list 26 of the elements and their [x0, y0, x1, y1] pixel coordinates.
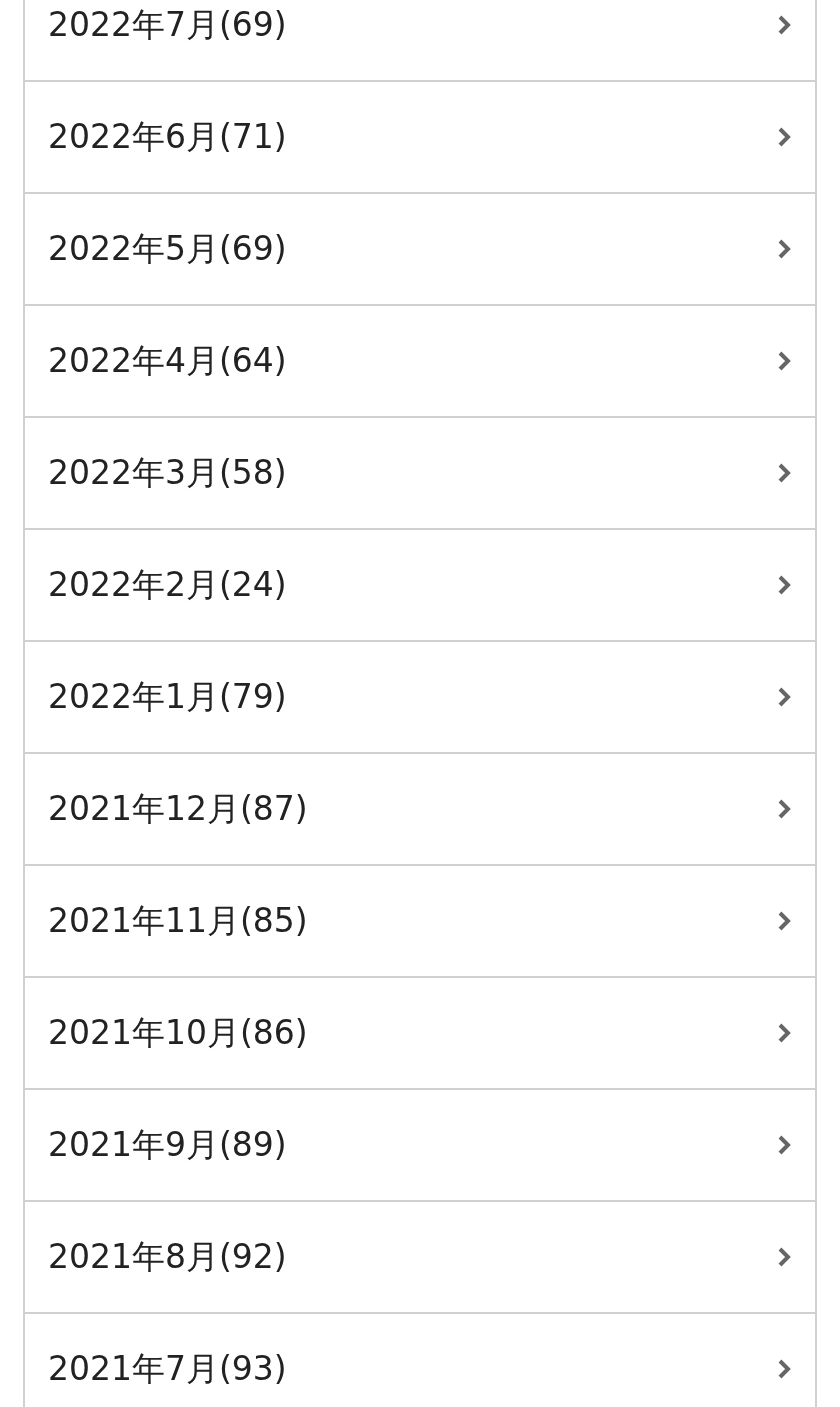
archive-month-link[interactable]: 2022年3月(58) [25, 418, 815, 530]
archive-month-link[interactable]: 2022年5月(69) [25, 194, 815, 306]
archive-month-link[interactable]: 2021年10月(86) [25, 978, 815, 1090]
chevron-right-icon [777, 238, 791, 260]
chevron-right-icon [777, 1358, 791, 1380]
chevron-right-icon [777, 126, 791, 148]
archive-month-link[interactable]: 2022年2月(24) [25, 530, 815, 642]
chevron-right-icon [777, 350, 791, 372]
chevron-right-icon [777, 1022, 791, 1044]
archive-month-link[interactable]: 2022年7月(69) [25, 0, 815, 82]
chevron-right-icon [777, 798, 791, 820]
archive-month-link[interactable]: 2021年11月(85) [25, 866, 815, 978]
chevron-right-icon [777, 14, 791, 36]
archive-month-link[interactable]: 2021年8月(92) [25, 1202, 815, 1314]
archive-month-link[interactable]: 2021年7月(93) [25, 1314, 815, 1407]
chevron-right-icon [777, 1134, 791, 1156]
chevron-right-icon [777, 686, 791, 708]
archive-month-link[interactable]: 2021年9月(89) [25, 1090, 815, 1202]
archive-month-link[interactable]: 2021年12月(87) [25, 754, 815, 866]
chevron-right-icon [777, 462, 791, 484]
archive-month-link[interactable]: 2022年4月(64) [25, 306, 815, 418]
archive-month-link[interactable]: 2022年6月(71) [25, 82, 815, 194]
chevron-right-icon [777, 574, 791, 596]
chevron-right-icon [777, 1246, 791, 1268]
chevron-right-icon [777, 910, 791, 932]
archive-month-link[interactable]: 2022年1月(79) [25, 642, 815, 754]
